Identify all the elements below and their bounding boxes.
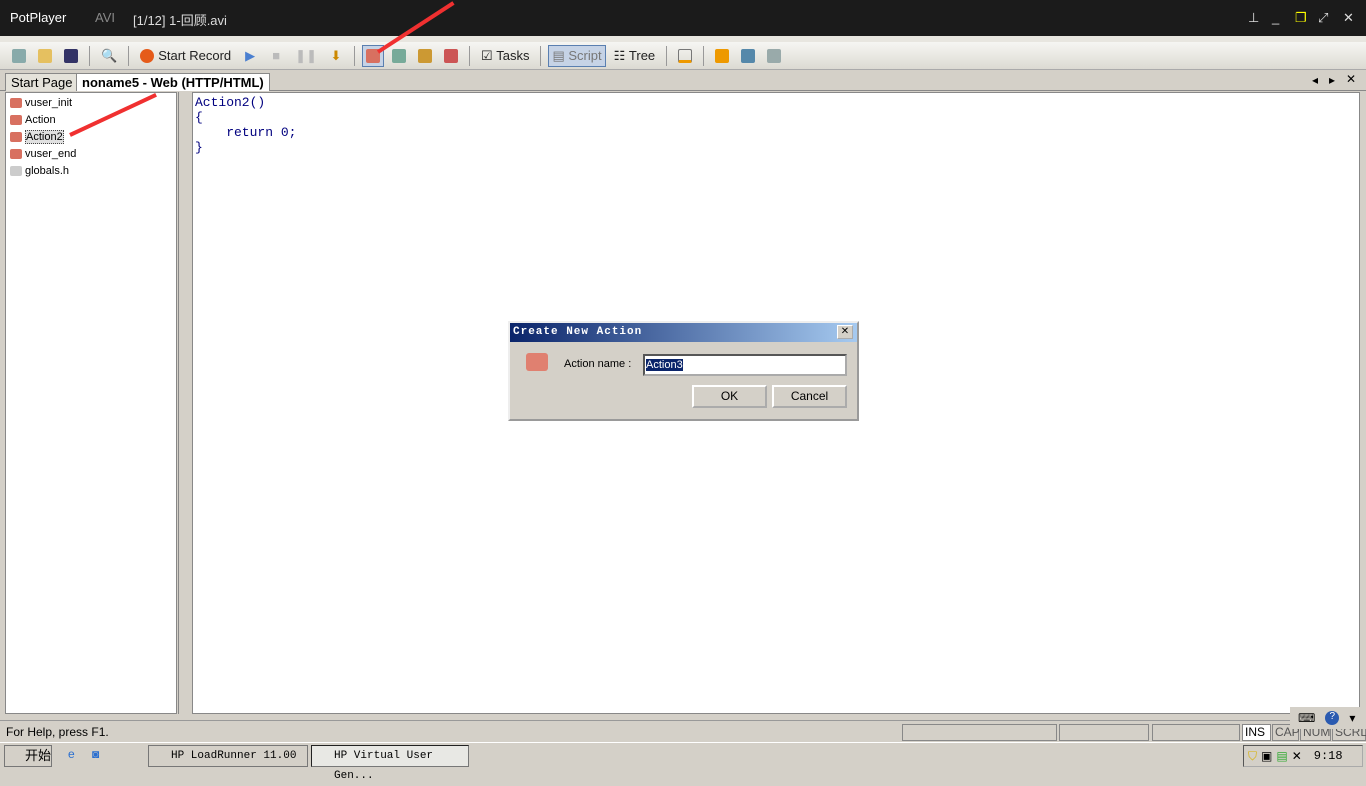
parameter-icon[interactable] (440, 45, 462, 67)
quicklaunch-icon[interactable]: ◙ (92, 747, 99, 761)
vm-icon[interactable]: ▣ (1261, 749, 1272, 763)
action-icon (10, 98, 22, 108)
tab-script[interactable]: noname5 - Web (HTTP/HTML) (76, 73, 270, 91)
copy-icon[interactable] (763, 45, 785, 67)
new-icon[interactable] (8, 45, 30, 67)
action-tree: vuser_init Action Action2 vuser_end glob… (5, 92, 177, 714)
tree-label: globals.h (25, 165, 70, 177)
find-icon[interactable]: 🔍 (97, 45, 121, 67)
language-bar: ⌨? ▾ (1290, 707, 1366, 729)
open-icon[interactable] (34, 45, 56, 67)
html-view-icon[interactable] (737, 45, 759, 67)
action-icon (10, 132, 22, 142)
help-icon[interactable]: ? (1325, 711, 1340, 725)
pause-icon[interactable]: ❚❚ (291, 45, 321, 67)
insert-step-icon[interactable] (388, 45, 410, 67)
tasks-button[interactable]: ☑ Tasks (477, 45, 534, 67)
tree-label: Tree (628, 48, 656, 63)
action-icon (10, 149, 22, 159)
tree-label: vuser_init (25, 97, 73, 109)
header-file-icon (10, 166, 22, 176)
tree-label: Action2 (25, 130, 64, 144)
help-text: For Help, press F1. (6, 725, 109, 739)
format-label: AVI (95, 10, 115, 25)
create-new-action-dialog: Create New Action ✕ Action name : Action… (508, 321, 859, 421)
network-icon[interactable]: ▤ (1276, 749, 1287, 763)
tree-label: vuser_end (25, 148, 77, 160)
status-bar: For Help, press F1. INS CAP NUM SCRL ⌨? ▾ (0, 707, 1366, 742)
script-view-button[interactable]: ▤ Script (548, 44, 606, 67)
potplayer-menu[interactable]: PotPlayer (10, 10, 66, 25)
script-label: Script (568, 48, 602, 63)
fullscreen-icon[interactable]: ⤢ (1318, 10, 1328, 26)
restore-icon[interactable]: ❐ (1295, 10, 1307, 26)
tree-view-button[interactable]: ☷ Tree (610, 45, 660, 67)
code-text: Action2() { return 0; } (195, 95, 297, 155)
new-action-icon (526, 353, 548, 371)
file-title: [1/12] 1-回顾.avi (133, 13, 227, 28)
save-icon[interactable] (60, 45, 82, 67)
system-tray: ⛉ ▣ ▤ ✕ 9:18 (1243, 745, 1363, 767)
security-icon[interactable]: ⛉ (1248, 749, 1257, 764)
compile-icon[interactable]: ⬇ (325, 45, 347, 67)
agent-icon[interactable]: ✕ (1292, 749, 1302, 763)
clock: 9:18 (1313, 749, 1343, 763)
sync-icon[interactable] (711, 45, 733, 67)
tree-item-vuser-end[interactable]: vuser_end (10, 146, 76, 162)
start-record-label: Start Record (158, 48, 232, 63)
tree-label: Action (25, 114, 56, 126)
ok-button[interactable]: OK (692, 385, 767, 408)
toolbar: 🔍 Start Record ▶ ■ ❚❚ ⬇ ☑ Tasks ▤ Script… (0, 42, 1366, 70)
action-name-input[interactable]: Action3 (643, 354, 847, 376)
output-window-icon[interactable] (674, 45, 696, 67)
keyboard-icon[interactable]: ⌨ (1298, 711, 1315, 725)
dialog-close-button[interactable]: ✕ (837, 325, 853, 339)
ie-icon[interactable]: e (68, 747, 75, 761)
stop-icon[interactable]: ■ (265, 45, 287, 67)
tasks-label: Tasks (496, 48, 530, 63)
tab-close-icon[interactable]: ✕ (1346, 72, 1356, 86)
minimize-icon[interactable]: _ (1272, 10, 1279, 25)
action-name-value: Action3 (646, 359, 683, 371)
tree-item-action2[interactable]: Action2 (10, 129, 64, 145)
task-loadrunner[interactable]: HP LoadRunner 11.00 (148, 745, 308, 767)
document-tabs: Start Page noname5 - Web (HTTP/HTML) ◂ ▸… (0, 71, 1366, 91)
tree-item-action[interactable]: Action (10, 112, 56, 128)
options-icon[interactable]: ▾ (1349, 711, 1355, 725)
tab-prev-icon[interactable]: ◂ (1312, 73, 1318, 87)
cancel-button[interactable]: Cancel (772, 385, 847, 408)
pin-icon[interactable]: ⊥ (1248, 10, 1259, 26)
dialog-title: Create New Action (510, 323, 857, 342)
start-button[interactable]: 开始 (4, 745, 52, 767)
action-icon (10, 115, 22, 125)
run-icon[interactable]: ▶ (239, 45, 261, 67)
splitter[interactable] (178, 92, 192, 714)
taskbar: 开始 e ◙ HP LoadRunner 11.00 HP Virtual Us… (0, 742, 1366, 782)
transaction-icon[interactable] (414, 45, 436, 67)
tree-item-globals[interactable]: globals.h (10, 163, 69, 179)
tab-start-page[interactable]: Start Page (5, 73, 79, 91)
start-record-button[interactable]: Start Record (136, 45, 235, 67)
action-name-label: Action name : (564, 358, 632, 370)
tab-next-icon[interactable]: ▸ (1329, 73, 1335, 87)
tree-item-vuser-init[interactable]: vuser_init (10, 95, 72, 111)
player-title-bar: PotPlayer AVI [1/12] 1-回顾.avi ⊥ _ ❐ ⤢ ✕ (0, 0, 1366, 36)
task-vugen[interactable]: HP Virtual User Gen... (311, 745, 469, 782)
ins-indicator: INS (1242, 724, 1271, 741)
close-icon[interactable]: ✕ (1343, 10, 1354, 26)
